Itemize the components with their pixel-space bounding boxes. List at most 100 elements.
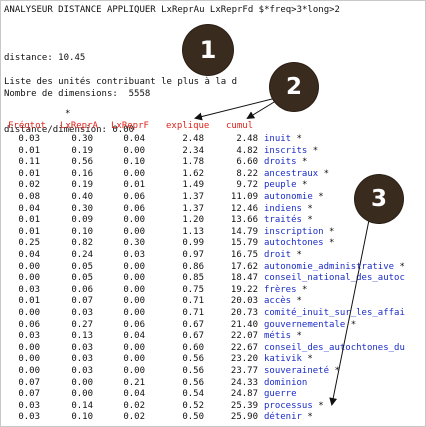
- cumul-cell: 17.62: [230, 261, 258, 272]
- lxreprf-cell: 0.00: [123, 296, 145, 307]
- explique-cell: 1.20: [182, 215, 204, 226]
- explique-cell: 0.97: [182, 250, 204, 260]
- table-row: 0.03 0.10 0.02 0.50 25.90 détenir *: [0, 411, 426, 423]
- lxrepra-cell: 0.09: [71, 215, 93, 226]
- unit-word-text: peuple: [264, 180, 297, 191]
- explique-cell: 0.56: [182, 366, 204, 376]
- lxreprf-cell: 0.00: [123, 342, 145, 353]
- table-row: 0.01 0.07 0.00 0.71 20.03 accès *: [0, 295, 426, 307]
- unit-word: processus *: [264, 400, 324, 412]
- unit-word-text: autonomie_administrative: [264, 261, 395, 272]
- cumul-cell: 15.79: [230, 238, 258, 249]
- freqtot-cell: 0.00: [18, 354, 40, 365]
- freqtot-cell: 0.07: [18, 377, 40, 388]
- table-row: 0.00 0.03 0.00 0.56 23.77 souveraineté *: [0, 365, 426, 377]
- unit-word-text: ancestraux: [264, 168, 319, 179]
- unit-word-text: inscrits: [264, 145, 308, 156]
- freqtot-cell: 0.03: [18, 331, 40, 342]
- freqtot-cell: 0.00: [18, 261, 40, 272]
- unit-word: peuple *: [264, 179, 307, 191]
- cumul-cell: 8.22: [236, 168, 258, 179]
- unit-word-text: autochtones: [264, 238, 324, 249]
- unit-word: kativik *: [264, 353, 313, 365]
- cumul-cell: 23.20: [230, 354, 258, 365]
- table-row: 0.00 0.03 0.00 0.56 23.20 kativik *: [0, 353, 426, 365]
- freqtot-cell: 0.00: [18, 342, 40, 353]
- freqtot-cell: 0.11: [18, 157, 40, 168]
- star-marker: *: [296, 331, 302, 342]
- freqtot-cell: 0.01: [18, 145, 40, 156]
- unit-word: gouvernementale *: [264, 319, 356, 331]
- table-row: 0.07 0.00 0.04 0.54 24.87 guerre: [0, 388, 426, 400]
- cumul-cell: 25.39: [230, 400, 258, 411]
- lxreprf-cell: 0.04: [123, 389, 145, 400]
- star-marker: *: [301, 180, 308, 191]
- explique-cell: 0.67: [182, 331, 204, 342]
- table-row: 0.00 0.03 0.00 0.60 22.67 conseil_des_autocht…: [0, 342, 426, 354]
- lxreprf-cell: 0.00: [123, 145, 145, 156]
- col-header-explique: explique: [166, 121, 210, 131]
- unit-word: droits *: [264, 156, 307, 168]
- explique-cell: 0.50: [182, 412, 204, 423]
- unit-word-text: dominion: [264, 377, 308, 388]
- cumul-cell: 21.40: [230, 319, 258, 330]
- lxreprf-cell: 0.00: [123, 215, 145, 226]
- unit-word: guerre: [264, 388, 302, 400]
- explique-cell: 0.67: [182, 319, 204, 330]
- table-row: 0.01 0.16 0.00 1.62 8.22 ancestraux *: [0, 168, 426, 180]
- unit-word-text: kativik: [264, 354, 302, 365]
- explique-cell: 0.85: [182, 273, 204, 284]
- intro-line: Liste des unités contribuant le plus à l…: [4, 77, 237, 87]
- table-row: 0.03 0.06 0.00 0.75 19.22 frères *: [0, 284, 426, 296]
- table-row: 0.07 0.00 0.21 0.56 24.33 dominion: [0, 377, 426, 389]
- explique-cell: 2.48: [182, 134, 204, 144]
- explique-cell: 0.56: [182, 354, 204, 365]
- unit-word-text: métis: [264, 331, 292, 342]
- explique-cell: 1.37: [182, 203, 204, 214]
- unit-word-text: droits: [264, 157, 297, 168]
- dimensions-line: Nombre de dimensions: 5558: [4, 89, 151, 99]
- lxrepra-cell: 0.10: [71, 226, 93, 237]
- star-marker: *: [296, 134, 302, 144]
- explique-cell: 0.99: [182, 238, 204, 249]
- table-row: 0.03 0.30 0.04 2.48 2.48 inuit *: [0, 133, 426, 145]
- cumul-cell: 12.46: [230, 203, 258, 214]
- distance-line: distance: 10.45: [4, 53, 86, 63]
- cumul-cell: 19.22: [230, 284, 258, 295]
- unit-word-text: conseil_des_autochtones_du: [264, 342, 405, 353]
- cumul-cell: 18.47: [230, 273, 258, 284]
- star-marker: *: [312, 145, 319, 156]
- explique-cell: 1.78: [182, 157, 204, 168]
- lxreprf-cell: 0.00: [123, 226, 145, 237]
- lxrepra-cell: 0.03: [71, 366, 93, 376]
- unit-word: conseil_des_autochtones_du: [264, 342, 410, 354]
- lxrepra-cell: 0.13: [71, 331, 93, 342]
- freqtot-cell: 0.03: [18, 284, 40, 295]
- explique-cell: 2.34: [182, 145, 204, 156]
- col-header-lxrepra: LxReprA: [60, 121, 98, 131]
- table-row: 0.01 0.19 0.00 2.34 4.82 inscrits *: [0, 145, 426, 157]
- unit-word-text: accès: [264, 296, 292, 307]
- lxreprf-cell: 0.06: [123, 203, 145, 214]
- freqtot-cell: 0.04: [18, 250, 40, 260]
- freqtot-cell: 0.00: [18, 273, 40, 284]
- star-marker: *: [307, 203, 313, 214]
- lxreprf-cell: 0.04: [123, 331, 145, 342]
- explique-cell: 0.86: [182, 261, 204, 272]
- freqtot-cell: 0.07: [18, 389, 40, 400]
- cumul-cell: 20.73: [230, 308, 258, 318]
- cumul-cell: 14.79: [230, 226, 258, 237]
- unit-word: accès *: [264, 295, 302, 307]
- table-row: 0.03 0.13 0.04 0.67 22.07 métis *: [0, 330, 426, 342]
- lxrepra-cell: 0.00: [71, 389, 93, 400]
- star-marker: *: [318, 192, 324, 202]
- lxrepra-cell: 0.03: [71, 308, 93, 318]
- freqtot-cell: 0.01: [18, 296, 40, 307]
- unit-word: détenir *: [264, 411, 313, 423]
- lxreprf-cell: 0.01: [123, 180, 145, 191]
- lxreprf-cell: 0.00: [123, 261, 145, 272]
- unit-word-text: souveraineté: [264, 366, 330, 376]
- cumul-cell: 11.09: [230, 192, 258, 202]
- lxrepra-cell: 0.56: [71, 157, 93, 168]
- unit-word-text: guerre: [264, 389, 297, 400]
